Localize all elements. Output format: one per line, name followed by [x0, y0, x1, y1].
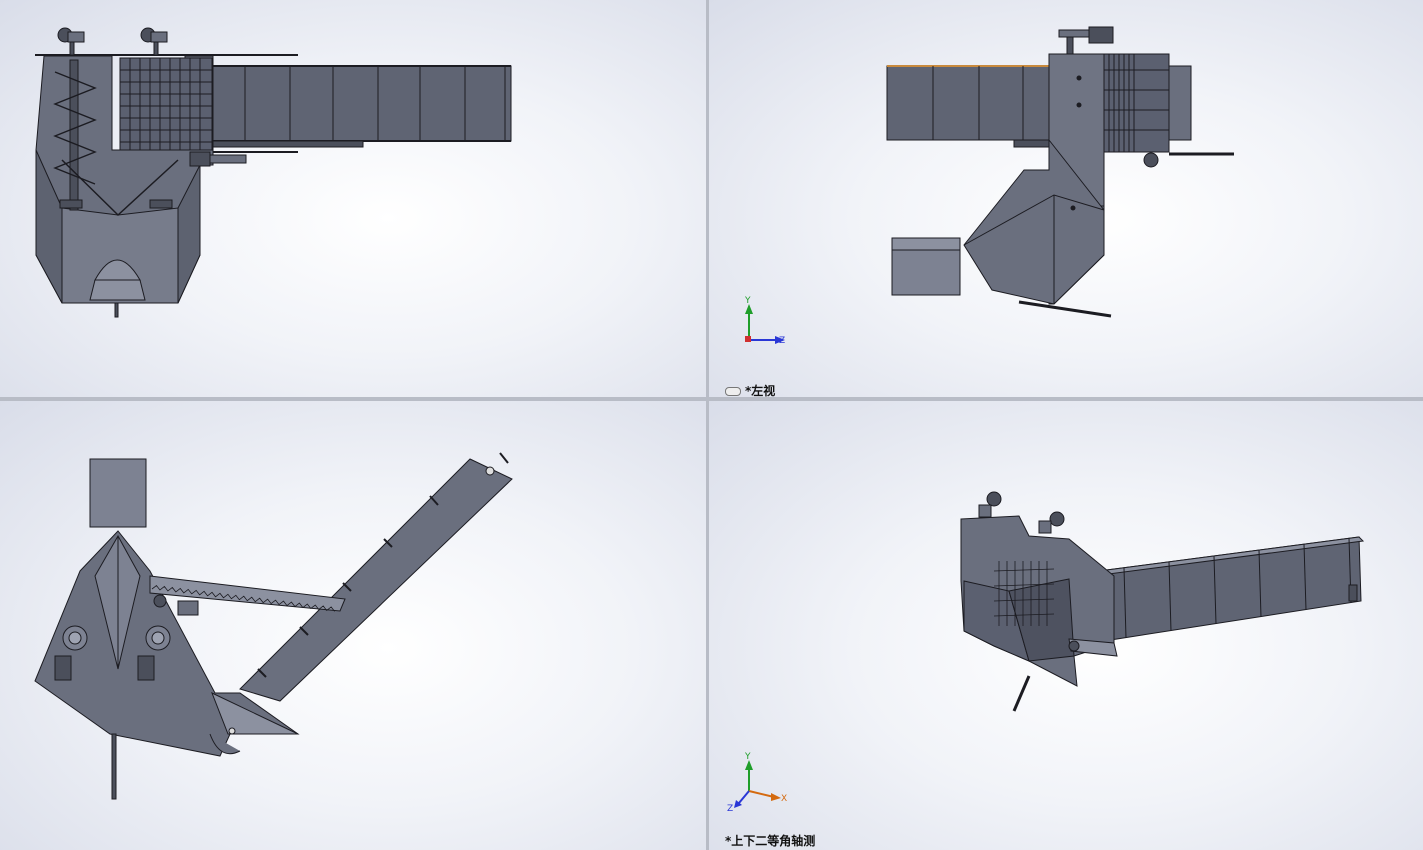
- axis-z-label-iso: Z: [727, 804, 733, 814]
- left-view-model: Y Z: [744, 26, 1234, 346]
- viewport-bottom-left[interactable]: [0, 401, 706, 850]
- axis-y-label-iso: Y: [744, 752, 751, 762]
- top-view-model: [34, 452, 513, 800]
- viewport-label-left-view: *左视: [725, 382, 775, 397]
- viewport-top-right[interactable]: Y Z *左视: [709, 0, 1423, 397]
- axis-triad-left-view: Y Z: [744, 296, 785, 346]
- axis-y-label: Y: [744, 296, 751, 306]
- axis-x-label-iso: X: [781, 794, 787, 804]
- viewport-grid: Y Z *左视 Y X Z *上下二等角轴测: [0, 0, 1423, 850]
- axis-z-label: Z: [779, 336, 785, 346]
- viewport-top-left[interactable]: [0, 0, 706, 397]
- axis-triad-isometric: Y X Z: [727, 752, 787, 814]
- isometric-view-model: Y X Z: [727, 491, 1365, 814]
- view-name: *左视: [745, 384, 776, 397]
- viewport-splitter-horizontal[interactable]: [0, 397, 1423, 401]
- viewport-splitter-vertical[interactable]: [706, 0, 709, 850]
- viewport-label-isometric: *上下二等角轴测: [725, 834, 816, 848]
- viewport-bottom-right[interactable]: Y X Z *上下二等角轴测: [709, 401, 1423, 850]
- view-link-icon: [725, 387, 741, 396]
- front-view-model: [35, 27, 512, 318]
